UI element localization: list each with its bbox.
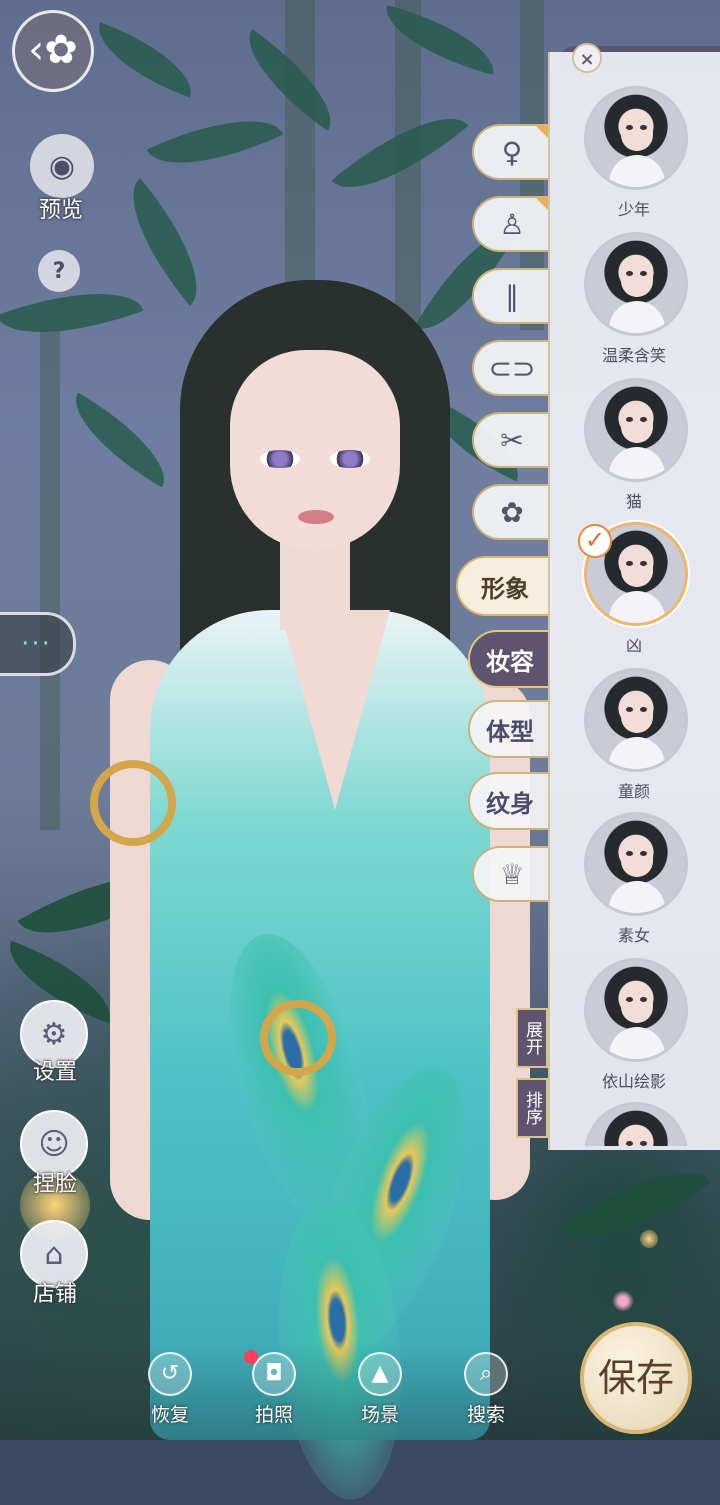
shop-storefront-icon: ⌂ xyxy=(44,1236,64,1272)
dress-neckline xyxy=(280,610,390,810)
preset-avatar xyxy=(584,232,688,336)
tab-body-type[interactable]: 体型 xyxy=(468,700,550,758)
notification-dot xyxy=(244,1350,258,1364)
photo-label: 拍照 xyxy=(254,1404,293,1426)
flower-decoration xyxy=(612,1290,634,1312)
accessory-icon: ✂ xyxy=(500,423,524,457)
photo-button[interactable]: ◘ 拍照 xyxy=(234,1352,314,1432)
preset-name: 温柔含笑 xyxy=(601,346,666,365)
selected-check-icon: ✓ xyxy=(578,524,612,558)
search-label: 搜索 xyxy=(466,1404,505,1426)
preset-item[interactable]: 素女 xyxy=(548,812,720,952)
appearance-label: 形象 xyxy=(481,573,529,603)
scene-label: 场景 xyxy=(360,1404,399,1426)
preset-item[interactable]: 温柔含笑 xyxy=(548,232,720,372)
tab-tattoo[interactable]: 纹身 xyxy=(468,772,550,830)
preset-item[interactable]: 猫 xyxy=(548,378,720,518)
preview-label: 预览 xyxy=(38,198,83,223)
fern-leaf xyxy=(559,1141,711,1269)
question-icon: ? xyxy=(52,258,66,284)
tab-accessory[interactable]: ✂ xyxy=(472,412,550,468)
gold-ornament xyxy=(260,1000,336,1076)
hairpin-icon: ✿ xyxy=(500,495,524,529)
expand-button[interactable]: 展开 xyxy=(516,1008,548,1068)
butterfly-back-icon: ‹✿ xyxy=(28,27,78,73)
camera-icon: ◘ xyxy=(252,1352,296,1396)
preset-avatar xyxy=(584,812,688,916)
preset-avatar xyxy=(584,1102,688,1146)
preset-item[interactable]: 少年 xyxy=(548,86,720,226)
back-button[interactable]: ‹✿ xyxy=(12,10,94,92)
panel-close-button[interactable]: × xyxy=(572,43,602,73)
restore-swirl-icon: ↺ xyxy=(148,1352,192,1396)
outfit-icon: ♙ xyxy=(499,207,525,241)
preset-item-partial[interactable] xyxy=(548,1102,720,1146)
character-lips xyxy=(298,510,334,524)
settings-label: 设置 xyxy=(32,1060,77,1085)
close-icon: × xyxy=(579,49,595,70)
tab-socks[interactable]: ∥ xyxy=(472,268,550,324)
character-eye-right xyxy=(330,450,370,468)
tab-custom-outfit[interactable]: ♕ xyxy=(472,846,550,902)
character-face xyxy=(230,350,400,550)
help-button[interactable]: ? xyxy=(38,250,80,292)
mountain-scene-icon: ▲ xyxy=(358,1352,402,1396)
sort-button[interactable]: 排序 xyxy=(516,1078,548,1138)
search-icon: ⌕ xyxy=(464,1352,508,1396)
preset-item-selected[interactable]: 凶 xyxy=(548,522,720,662)
preset-name: 凶 xyxy=(625,636,642,655)
firefly-glow xyxy=(640,1230,658,1248)
tab-hairstyle[interactable]: ♀ xyxy=(472,124,550,180)
bamboo-leaf xyxy=(86,22,204,98)
character-eye-left xyxy=(260,450,300,468)
bamboo-stalk xyxy=(40,330,60,830)
preset-name: 猫 xyxy=(625,492,642,511)
tattoo-label: 纹身 xyxy=(486,788,534,818)
preview-button[interactable]: ◉ xyxy=(30,134,94,198)
bamboo-leaf xyxy=(146,94,284,190)
socks-icon: ∥ xyxy=(505,279,519,313)
preset-avatar xyxy=(584,958,688,1062)
preset-avatar xyxy=(584,378,688,482)
custom-outfit-icon: ♕ xyxy=(499,857,525,891)
preset-name: 童颜 xyxy=(617,782,650,801)
tab-hairpin[interactable]: ✿ xyxy=(472,484,550,540)
makeup-label: 妆容 xyxy=(486,646,534,676)
tab-appearance[interactable]: 形象 xyxy=(456,556,552,616)
save-button[interactable]: 保存 xyxy=(580,1322,692,1434)
scene-button[interactable]: ▲ 场景 xyxy=(340,1352,420,1432)
hairstyle-icon: ♀ xyxy=(501,135,523,169)
shoes-icon: ⊂⊃ xyxy=(488,351,536,385)
face-profile-icon: ☺ xyxy=(38,1126,70,1162)
tab-outfit[interactable]: ♙ xyxy=(472,196,550,252)
search-button[interactable]: ⌕ 搜索 xyxy=(446,1352,526,1432)
gold-armlet xyxy=(90,760,176,846)
tab-shoes[interactable]: ⊂⊃ xyxy=(472,340,550,396)
preset-item[interactable]: 依山绘影 xyxy=(548,958,720,1098)
preset-item[interactable]: 童颜 xyxy=(548,668,720,808)
preset-name: 素女 xyxy=(617,926,650,945)
preset-name: 依山绘影 xyxy=(601,1072,666,1091)
preset-avatar xyxy=(584,668,688,772)
chat-button[interactable]: ··· xyxy=(0,612,76,676)
eye-icon: ◉ xyxy=(48,148,76,184)
save-label: 保存 xyxy=(597,1356,674,1400)
restore-button[interactable]: ↺ 恢复 xyxy=(130,1352,210,1432)
restore-label: 恢复 xyxy=(150,1404,189,1426)
chat-bubble-icon: ··· xyxy=(21,629,52,659)
tab-makeup[interactable]: 妆容 xyxy=(468,630,550,688)
body-type-label: 体型 xyxy=(486,716,534,746)
shop-label: 店铺 xyxy=(32,1282,77,1307)
preset-avatar xyxy=(584,86,688,190)
preset-name: 少年 xyxy=(617,200,650,219)
settings-gear-icon: ⚙ xyxy=(40,1016,68,1052)
face-edit-label: 捏脸 xyxy=(32,1172,77,1197)
